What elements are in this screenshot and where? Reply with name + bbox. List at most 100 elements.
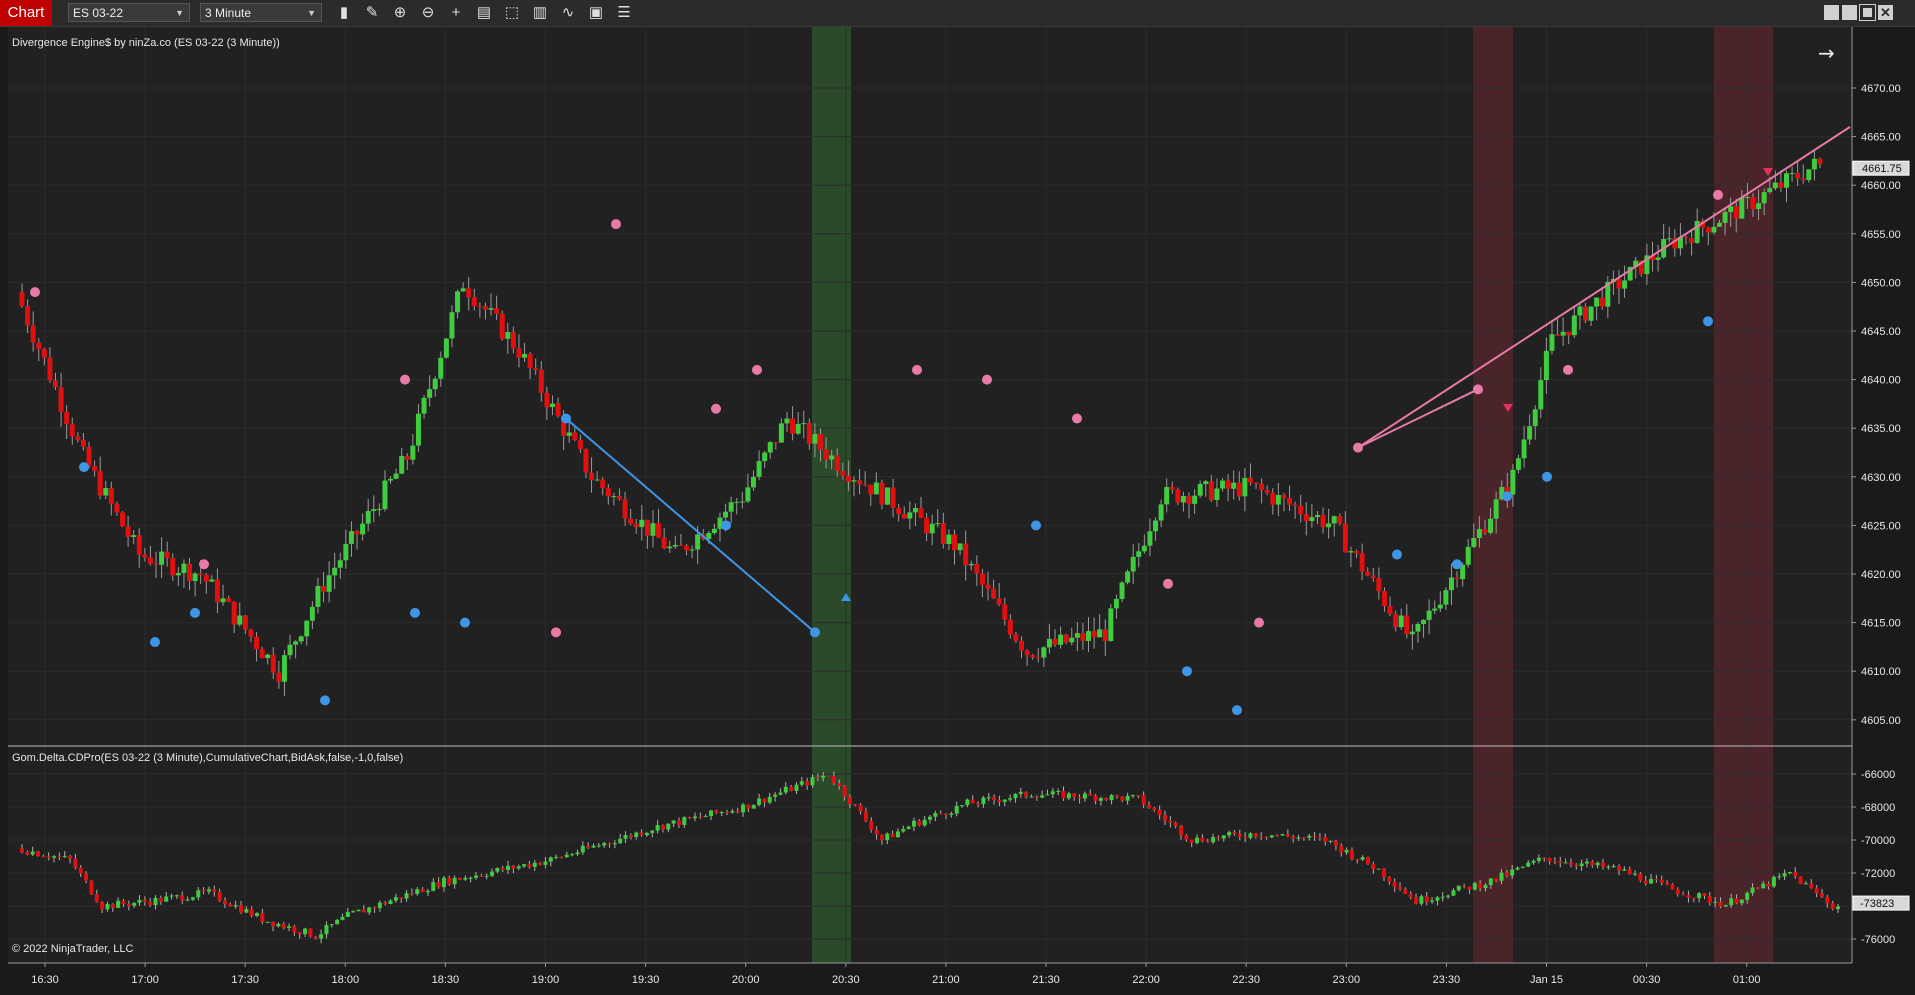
candle-body bbox=[1058, 634, 1064, 645]
swing-low-dot bbox=[721, 520, 731, 531]
candle-body bbox=[25, 306, 31, 326]
delta-body bbox=[484, 875, 489, 877]
candle-body bbox=[1074, 633, 1080, 638]
candle-body bbox=[499, 313, 505, 339]
delta-body bbox=[404, 893, 409, 899]
delta-body bbox=[1371, 864, 1376, 870]
delta-body bbox=[1675, 889, 1680, 895]
candle-body bbox=[1019, 640, 1025, 651]
delta-body bbox=[1798, 876, 1803, 884]
candle-body bbox=[1035, 657, 1041, 659]
delta-body bbox=[1595, 862, 1600, 866]
delta-body bbox=[1056, 791, 1061, 793]
candle-body bbox=[1783, 173, 1789, 188]
candle-body bbox=[153, 563, 159, 565]
delta-body bbox=[917, 820, 922, 826]
delta-body bbox=[222, 900, 227, 904]
delta-body bbox=[41, 856, 46, 858]
candle-body bbox=[58, 387, 64, 412]
candle-body bbox=[840, 470, 846, 476]
swing-high-dot bbox=[400, 374, 410, 385]
delta-body bbox=[1686, 895, 1691, 898]
candle-body bbox=[527, 353, 533, 369]
delta-body bbox=[789, 786, 794, 791]
delta-body bbox=[1622, 869, 1627, 871]
candle-body bbox=[600, 479, 606, 488]
candle-body bbox=[1125, 571, 1131, 583]
delta-body bbox=[676, 820, 681, 825]
candle-body bbox=[1169, 487, 1175, 490]
candle-body bbox=[1113, 598, 1119, 609]
candle-body bbox=[946, 534, 952, 545]
candle-body bbox=[1588, 306, 1594, 321]
delta-body bbox=[618, 838, 623, 844]
delta-body bbox=[1462, 885, 1467, 887]
candle-body bbox=[404, 455, 410, 460]
candle-body bbox=[695, 534, 701, 550]
delta-body bbox=[1221, 835, 1226, 839]
delta-body bbox=[393, 897, 398, 901]
arrow-right-icon[interactable]: → bbox=[1818, 41, 1835, 65]
candle-body bbox=[868, 484, 874, 495]
delta-body bbox=[420, 889, 425, 893]
price-tick-label: 4665.00 bbox=[1861, 132, 1901, 144]
delta-body bbox=[1729, 898, 1734, 906]
delta-body bbox=[1633, 873, 1638, 875]
delta-body bbox=[1697, 893, 1702, 899]
delta-body bbox=[1029, 796, 1034, 798]
delta-body bbox=[1755, 887, 1760, 889]
candle-body bbox=[1247, 477, 1253, 483]
swing-low-dot bbox=[410, 607, 420, 618]
delta-body bbox=[206, 889, 211, 892]
delta-body bbox=[981, 797, 986, 804]
candle-body bbox=[1739, 197, 1745, 219]
candle-body bbox=[170, 558, 176, 576]
delta-body bbox=[367, 907, 372, 913]
price-tick-label: 4645.00 bbox=[1861, 326, 1901, 338]
candle-body bbox=[533, 368, 539, 370]
delta-body bbox=[1013, 793, 1018, 799]
delta-body bbox=[1659, 879, 1664, 883]
chart-canvas[interactable]: 4670.00 4665.00 4660.00 4655.00 4650.00 4645.… bbox=[0, 0, 1915, 995]
candle-body bbox=[494, 308, 500, 314]
swing-low-dot bbox=[1542, 471, 1552, 482]
bullish-zone bbox=[812, 27, 851, 963]
candle-body bbox=[1744, 197, 1750, 199]
delta-body bbox=[591, 845, 596, 848]
candle-body bbox=[1655, 257, 1661, 260]
candle-body bbox=[482, 306, 488, 310]
candle-body bbox=[41, 349, 47, 358]
copyright-text: © 2022 NinjaTrader, LLC bbox=[12, 943, 134, 955]
delta-body bbox=[1152, 807, 1157, 810]
candle-body bbox=[907, 512, 913, 519]
bearish-divergence-line bbox=[1357, 388, 1479, 449]
candle-body bbox=[1214, 488, 1220, 500]
delta-body bbox=[260, 913, 265, 923]
delta-body bbox=[660, 825, 665, 830]
delta-body bbox=[607, 843, 612, 845]
delta-body bbox=[84, 873, 89, 881]
delta-body bbox=[340, 916, 345, 920]
delta-body bbox=[842, 785, 847, 797]
delta-body bbox=[431, 882, 436, 891]
candle-body bbox=[432, 378, 438, 390]
delta-body bbox=[303, 928, 308, 935]
time-tick-label: 18:00 bbox=[332, 974, 360, 986]
delta-body bbox=[388, 900, 393, 905]
last-price-label: 4661.75 bbox=[1862, 163, 1902, 175]
delta-body bbox=[538, 862, 543, 865]
delta-body bbox=[164, 896, 169, 902]
delta-body bbox=[506, 865, 511, 870]
delta-body bbox=[212, 889, 217, 892]
candle-body bbox=[1426, 610, 1432, 620]
delta-body bbox=[73, 858, 78, 868]
delta-body bbox=[100, 901, 105, 910]
delta-body bbox=[837, 783, 842, 786]
candle-body bbox=[1259, 483, 1265, 490]
swing-high-dot bbox=[1072, 413, 1082, 424]
delta-body bbox=[1259, 836, 1264, 838]
delta-body bbox=[185, 899, 190, 901]
delta-body bbox=[1211, 836, 1216, 843]
delta-body bbox=[287, 926, 292, 928]
candle-body bbox=[1543, 350, 1549, 381]
